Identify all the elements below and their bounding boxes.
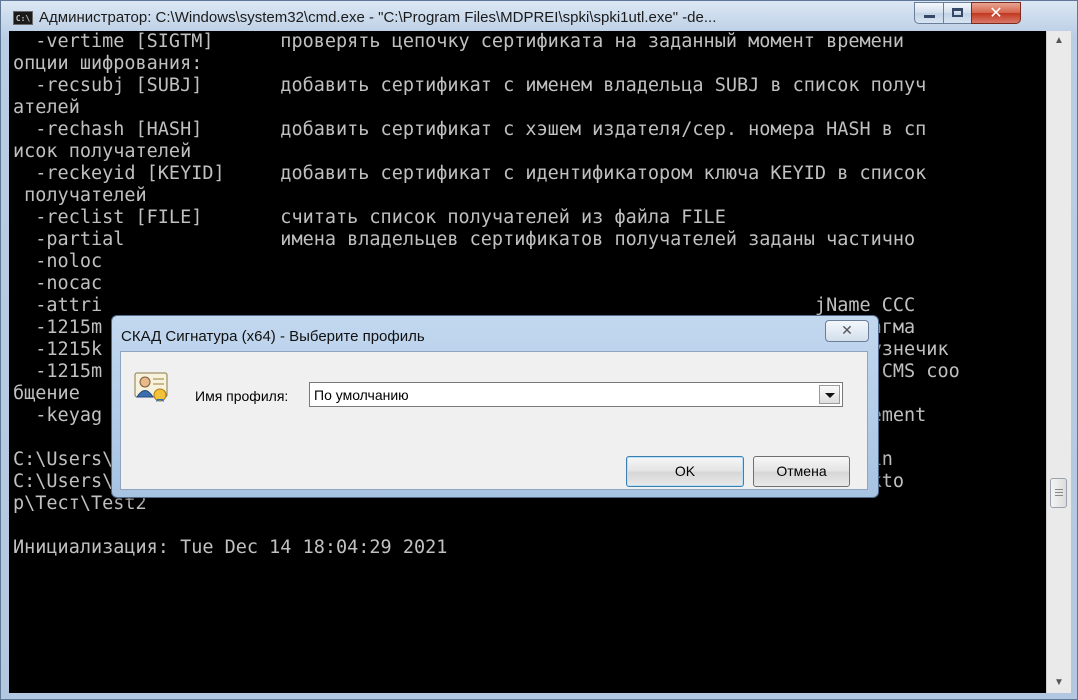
minimize-button[interactable] bbox=[914, 2, 944, 24]
cancel-button[interactable]: Отмена bbox=[753, 456, 850, 487]
close-button[interactable]: ✕ bbox=[971, 2, 1021, 24]
console-line: ателей bbox=[13, 97, 80, 118]
dialog-close-button[interactable]: ✕ bbox=[825, 320, 869, 342]
dialog-title: СКАД Сигнатура (x64) - Выберите профиль bbox=[121, 328, 425, 345]
minimize-icon bbox=[924, 15, 935, 18]
console-line: -noloc bbox=[13, 251, 103, 272]
console-line: Инициализация: Tue Dec 14 18:04:29 2021 bbox=[13, 537, 448, 558]
console-line: -reclist [FILE] считать список получател… bbox=[13, 207, 726, 228]
maximize-button[interactable] bbox=[943, 2, 972, 24]
maximize-icon bbox=[952, 8, 963, 17]
console-line: -reckeyid [KEYID] добавить сертификат с … bbox=[13, 163, 927, 184]
profile-user-icon bbox=[134, 372, 168, 402]
profile-dialog: СКАД Сигнатура (x64) - Выберите профиль … bbox=[111, 315, 879, 498]
vertical-scrollbar[interactable]: ▲ ▼ bbox=[1046, 31, 1071, 693]
close-icon: ✕ bbox=[989, 3, 1003, 22]
profile-select[interactable]: По умолчанию bbox=[309, 382, 843, 407]
console-line: -attri jName CCC bbox=[13, 295, 916, 316]
console-line: -rechash [HASH] добавить сертификат с хэ… bbox=[13, 119, 927, 140]
scrollbar-thumb[interactable] bbox=[1050, 478, 1067, 508]
console-line: получателей bbox=[13, 185, 147, 206]
console-line: -vertime [SIGTM] проверять цепочку серти… bbox=[13, 31, 905, 52]
console-line: -nocac bbox=[13, 273, 103, 294]
chevron-down-icon[interactable] bbox=[819, 385, 840, 404]
dialog-body: Имя профиля: По умолчанию OK Отмена bbox=[120, 351, 868, 490]
console-line: -partial имена владельцев сертификатов п… bbox=[13, 229, 916, 250]
window-title: Администратор: C:\Windows\system32\cmd.e… bbox=[39, 9, 717, 26]
profile-select-value: По умолчанию bbox=[314, 387, 409, 403]
ok-button[interactable]: OK bbox=[626, 456, 744, 487]
scroll-up-arrow-icon[interactable]: ▲ bbox=[1047, 31, 1071, 51]
scroll-down-arrow-icon[interactable]: ▼ bbox=[1047, 673, 1071, 693]
title-bar[interactable]: C:\ Администратор: C:\Windows\system32\c… bbox=[1, 1, 1077, 35]
profile-name-label: Имя профиля: bbox=[195, 388, 289, 404]
console-line: -recsubj [SUBJ] добавить сертификат с им… bbox=[13, 75, 927, 96]
console-line: опции шифрования: bbox=[13, 53, 203, 74]
console-line: исок получателей bbox=[13, 141, 192, 162]
cmd-icon[interactable]: C:\ bbox=[13, 11, 33, 25]
